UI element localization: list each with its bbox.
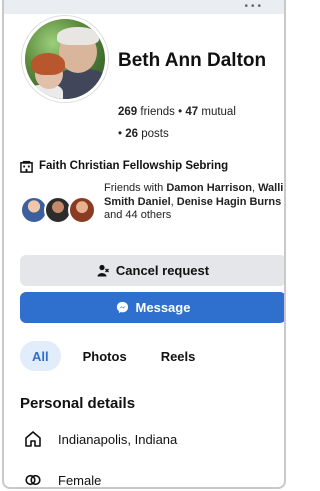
home-icon <box>25 431 41 447</box>
message-button[interactable]: Message <box>20 292 284 323</box>
profile-name: Beth Ann Dalton <box>118 50 267 71</box>
location-text: Indianapolis, Indiana <box>58 431 178 447</box>
mutual-prefix: Friends with <box>104 182 164 194</box>
tab-all[interactable]: All <box>20 341 61 371</box>
profile-tabs: All Photos Reels <box>20 340 282 372</box>
profile-card: ••• Beth Ann Dalton 269 friends • 47 mut… <box>2 0 286 489</box>
mutual-friend-avatars <box>20 196 102 226</box>
workplace-label: Faith Christian Fellowship Sebring <box>39 160 229 172</box>
message-label: Message <box>135 300 191 315</box>
cancel-request-label: Cancel request <box>115 263 210 278</box>
mutual-and: and <box>104 209 123 221</box>
mutual-label[interactable]: mutual <box>201 106 236 118</box>
personal-details-title: Personal details <box>20 395 136 412</box>
tab-photos[interactable]: Photos <box>71 341 139 371</box>
cancel-request-button[interactable]: Cancel request <box>20 255 284 286</box>
workplace-row[interactable]: Faith Christian Fellowship Sebring <box>20 157 282 175</box>
mutual-friends-row[interactable]: Friends with Damon Harrison, Walli Smith… <box>20 182 284 244</box>
posts-count: 26 <box>125 128 139 140</box>
mutual-others[interactable]: 44 others <box>125 209 171 221</box>
mutual-count[interactable]: 47 <box>185 106 198 118</box>
mutual-friend-avatar <box>68 196 96 224</box>
person-icon <box>97 264 109 277</box>
stats-separator: • <box>118 128 123 140</box>
detail-location: Indianapolis, Indiana <box>24 428 284 450</box>
building-icon <box>20 160 33 173</box>
avatar[interactable] <box>22 16 108 102</box>
gender-icon <box>25 474 41 486</box>
mutual-friend-name[interactable]: Denise Hagin Burns <box>177 196 282 208</box>
messenger-icon <box>116 301 128 314</box>
tab-reels[interactable]: Reels <box>149 341 208 371</box>
gender-text: Female <box>58 472 102 488</box>
mutual-friends-text: Friends with Damon Harrison, Walli Smith… <box>104 182 284 221</box>
posts-label: posts <box>141 128 169 140</box>
top-bar: ••• <box>4 0 284 14</box>
profile-stats: 269 friends • 47 mutual • 26 posts <box>118 101 280 145</box>
mutual-friend-name[interactable]: Damon Harrison <box>166 182 252 194</box>
friends-label[interactable]: friends <box>140 106 175 118</box>
friends-count[interactable]: 269 <box>118 106 137 118</box>
more-icon[interactable]: ••• <box>244 1 264 12</box>
stats-separator: • <box>178 106 183 118</box>
detail-gender: Female <box>24 469 284 488</box>
